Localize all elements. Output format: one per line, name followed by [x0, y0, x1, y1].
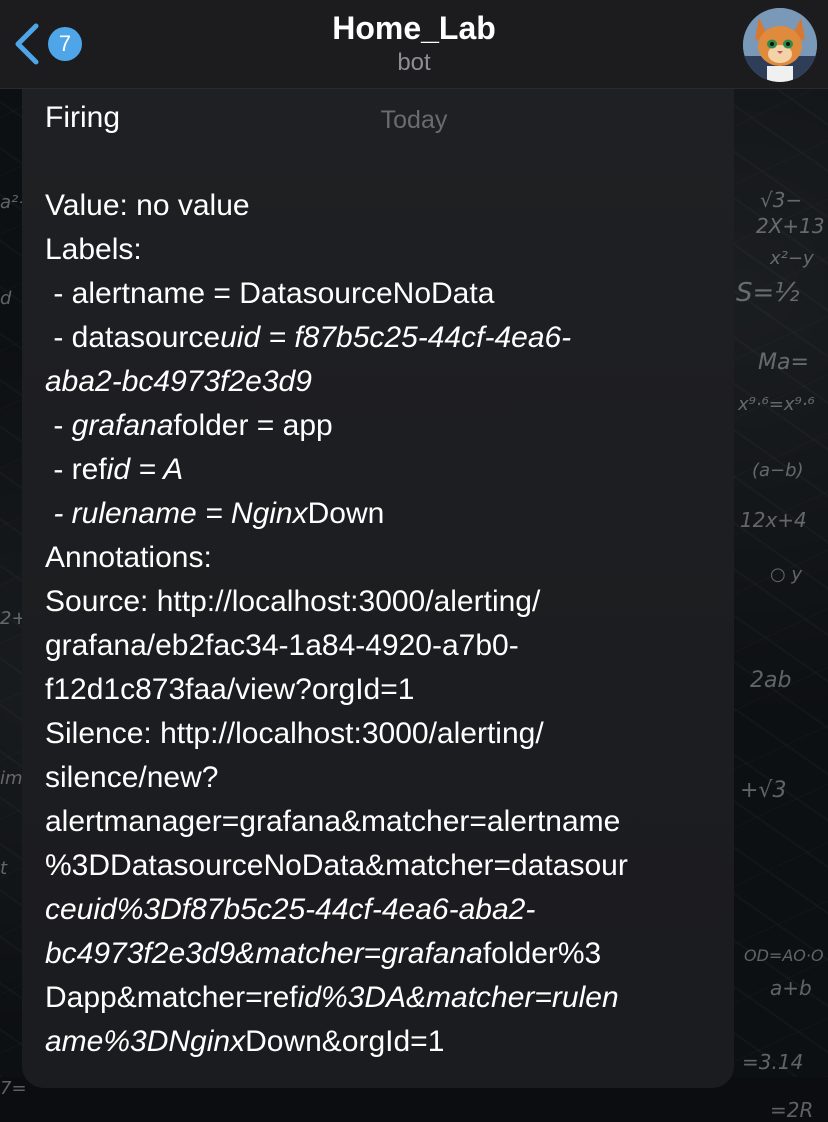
- message-text-segment: grafana: [71, 409, 174, 442]
- message-text-segment: id%3DA&matcher=rulen: [297, 981, 619, 1014]
- message-line: - alertname = DatasourceNoData: [45, 272, 725, 316]
- message-text-segment: Labels:: [45, 233, 142, 266]
- wallpaper-doodle: (a−b): [752, 460, 804, 481]
- wallpaper-doodle: d: [0, 288, 12, 309]
- chat-title-block[interactable]: Home_Lab bot: [0, 8, 828, 78]
- message-line: aba2-bc4973f2e3d9: [45, 360, 725, 404]
- message-line: - grafanafolder = app: [45, 404, 725, 448]
- message-line: Dapp&matcher=refid%3DA&matcher=rulen: [45, 976, 725, 1020]
- message-text[interactable]: Firing Value: no value Labels: - alertname…: [45, 96, 725, 1064]
- message-text-segment: folder%3: [482, 937, 602, 970]
- message-text-segment: grafana/eb2fac34-1a84-4920-a7b0-: [45, 629, 519, 662]
- message-text-segment: Source: http://localhost:3000/alerting/: [45, 585, 541, 618]
- wallpaper-doodle: im: [0, 768, 23, 789]
- message-text-segment: ceuid%3Df87b5c25-44cf-4ea6-aba2-: [45, 893, 536, 926]
- wallpaper-doodle: =3.14: [742, 1050, 804, 1074]
- cat-avatar-image: [743, 8, 817, 82]
- wallpaper-doodle: √3−: [760, 188, 803, 212]
- message-line: grafana/eb2fac34-1a84-4920-a7b0-: [45, 624, 725, 668]
- message-text-segment: f12d1c873faa/view?orgId=1: [45, 673, 415, 706]
- message-text-segment: -: [45, 409, 72, 442]
- message-line: Firing: [45, 96, 725, 140]
- message-text-segment: Firing: [45, 101, 121, 134]
- message-text-segment: alertmanager=grafana&matcher=alertname: [45, 805, 621, 838]
- message-line: Annotations:: [45, 536, 725, 580]
- message-text-segment: id = A: [106, 453, 184, 486]
- message-text-segment: Value: no value: [45, 189, 250, 222]
- message-text-segment: Silence: http://localhost:3000/alerting/: [45, 717, 544, 750]
- wallpaper-doodle: =2R: [770, 1098, 814, 1122]
- message-line: Source: http://localhost:3000/alerting/: [45, 580, 725, 624]
- message-line: - refid = A: [45, 448, 725, 492]
- message-line: ceuid%3Df87b5c25-44cf-4ea6-aba2-: [45, 888, 725, 932]
- message-line: Labels:: [45, 228, 725, 272]
- message-line: - datasourceuid = f87b5c25-44cf-4ea6-: [45, 316, 725, 360]
- message-line: - rulename = NginxDown: [45, 492, 725, 536]
- message-text-segment: uid = f87b5c25-44cf-4ea6-: [220, 321, 572, 354]
- message-text-segment: Dapp&matcher=ref: [45, 981, 298, 1014]
- message-line: f12d1c873faa/view?orgId=1: [45, 668, 725, 712]
- message-text-segment: - datasource: [45, 321, 221, 354]
- wallpaper-doodle: ○ y: [770, 564, 803, 585]
- message-text-segment: - rulename = Nginx: [45, 497, 308, 530]
- message-text-segment: folder = app: [173, 409, 333, 442]
- message-text-segment: Down: [307, 497, 385, 530]
- message-line: Value: no value: [45, 184, 725, 228]
- wallpaper-doodle: a+b: [770, 976, 812, 1000]
- wallpaper-doodle: S=½: [736, 278, 800, 308]
- message-text-segment: ame%3DNginx: [45, 1025, 246, 1058]
- message-line: alertmanager=grafana&matcher=alertname: [45, 800, 725, 844]
- chat-header: 7 Home_Lab bot: [0, 0, 828, 89]
- chat-subtitle: bot: [397, 49, 431, 76]
- wallpaper-doodle: x⁹·⁶=x⁹·⁶: [738, 394, 815, 415]
- message-line: %3DDatasourceNoData&matcher=datasour: [45, 844, 725, 888]
- message-text-segment: Annotations:: [45, 541, 212, 574]
- message-line: ame%3DNginxDown&orgId=1: [45, 1020, 725, 1064]
- message-text-segment: - ref: [45, 453, 107, 486]
- wallpaper-doodle: 12x+4: [740, 508, 807, 532]
- cat-avatar[interactable]: [743, 8, 817, 82]
- wallpaper-doodle: 2X+13: [756, 214, 825, 238]
- message-text-segment: - alertname = DatasourceNoData: [45, 277, 495, 310]
- wallpaper-doodle: +√3: [740, 778, 787, 803]
- wallpaper-doodle: OD=AO·O: [744, 946, 824, 965]
- wallpaper-doodle: 7=: [0, 1078, 27, 1099]
- message-text-segment: bc4973f2e3d9&matcher=grafana: [45, 937, 483, 970]
- chat-title: Home_Lab: [332, 10, 496, 46]
- message-text-segment: aba2-bc4973f2e3d9: [45, 365, 312, 398]
- message-text-segment: silence/new?: [45, 761, 219, 794]
- message-line: [45, 140, 725, 184]
- message-text-segment: Down&orgId=1: [245, 1025, 445, 1058]
- wallpaper-doodle: t: [0, 858, 8, 879]
- message-line: silence/new?: [45, 756, 725, 800]
- message-line: bc4973f2e3d9&matcher=grafanafolder%3: [45, 932, 725, 976]
- message-text-segment: %3DDatasourceNoData&matcher=datasour: [45, 849, 628, 882]
- wallpaper-doodle: 2ab: [750, 668, 792, 693]
- wallpaper-doodle: Ma=: [758, 350, 809, 375]
- wallpaper-doodle: x²−y: [770, 248, 814, 269]
- message-line: Silence: http://localhost:3000/alerting/: [45, 712, 725, 756]
